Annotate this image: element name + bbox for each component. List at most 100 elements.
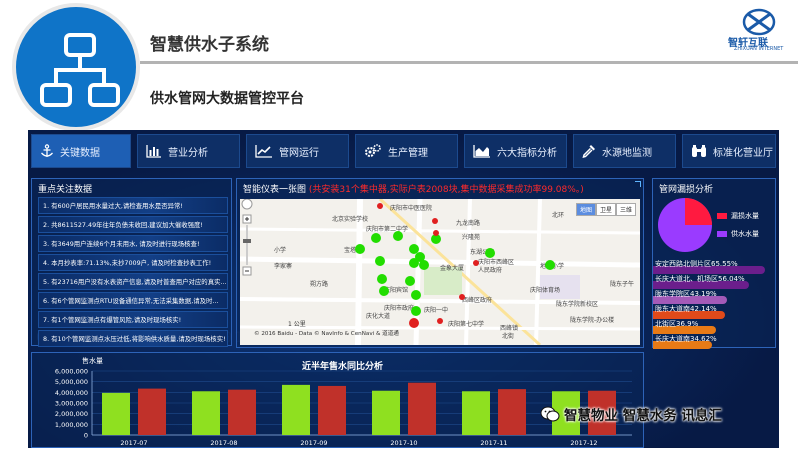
- top-nav: 关键数据 营业分析 管网运行 生产管理 六大指标分析 水源地监测 标准化营业厅: [31, 134, 776, 170]
- x-tick-label: 2017-11: [480, 439, 507, 447]
- x-tick-label: 2017-07: [120, 439, 147, 447]
- y-tick-label: 3,000,000: [55, 400, 88, 408]
- sales-bar: [102, 392, 130, 435]
- nav-network-operation[interactable]: 管网运行: [246, 134, 349, 168]
- meter-marker: [545, 260, 555, 270]
- wechat-icon: [540, 406, 560, 422]
- alert-item[interactable]: 7. 有1个管网监测点有爆管风险,请及时现场核实!: [38, 311, 228, 328]
- line-chart-icon: [255, 145, 272, 158]
- poi-marker: [473, 260, 479, 266]
- gears-icon: [365, 144, 381, 157]
- y-tick-label: 0: [84, 432, 88, 440]
- meter-marker: [411, 306, 421, 316]
- binoculars-icon: [692, 145, 706, 157]
- alert-item[interactable]: 6. 有6个管网监测点RTU设备通信异常,无法采集数据,请及时...: [38, 292, 228, 309]
- anchor-icon: [41, 144, 53, 157]
- sales-bar: [228, 389, 256, 435]
- poi-marker: [459, 294, 465, 300]
- alert-item[interactable]: 3. 有3649用户连续6个月未用水, 请及时进行现场核查!: [38, 235, 228, 252]
- alert-item[interactable]: 5. 有23716用户没有水表资产信息,请及时普查用户对应的真实...: [38, 273, 228, 290]
- nav-standard-hall[interactable]: 标准化营业厅: [682, 134, 776, 168]
- meter-marker: [371, 233, 381, 243]
- leak-district-label: 北街区36.9%: [655, 320, 699, 328]
- meter-marker: [419, 260, 429, 270]
- meter-marker: [393, 231, 403, 241]
- poi-marker: [433, 230, 439, 236]
- meter-marker: [411, 290, 421, 300]
- network-logo-icon: [12, 3, 140, 131]
- sales-chart-panel: 近半年售水同比分析 6,000,000 5,000,000 4,000,000 3,0…: [31, 352, 644, 448]
- meter-marker: [409, 244, 419, 254]
- leak-panel: 管网漏损分析 漏损水量 供水水量 安定西路北侧片区65.55% 长庆大道北、机场区…: [652, 178, 776, 349]
- sales-bar: [498, 389, 526, 435]
- poi-marker: [432, 218, 438, 224]
- legend-leak-swatch: [717, 213, 727, 219]
- slide: 智慧供水子系统 供水管网大数据管控平台 智轩互联 ZHIXUAN INTERNE…: [0, 0, 798, 455]
- y-tick-label: 5,000,000: [55, 378, 88, 386]
- x-tick-label: 2017-10: [390, 439, 417, 447]
- alert-item[interactable]: 2. 共8611527.49年往年负债未收回,建议加大催收强度!: [38, 216, 228, 233]
- area-chart-icon: [473, 145, 490, 158]
- meter-marker: [485, 248, 495, 258]
- map-copyright: © 2016 Baidu - Data © NavInfo & CenNavi …: [254, 331, 399, 337]
- legend-supply-label: 供水水量: [731, 230, 759, 238]
- sales-bar: [318, 385, 346, 435]
- y-tick-label: 6,000,000: [55, 368, 88, 376]
- y-tick-label: 1,000,000: [55, 421, 88, 429]
- pie-slice-leak: [685, 198, 712, 225]
- y-tick-label: 2,000,000: [55, 410, 88, 418]
- bar-chart-icon: [146, 145, 161, 158]
- meter-marker: [377, 274, 387, 284]
- key-data-title: 重点关注数据: [38, 185, 93, 195]
- map-scale: 1 公里: [288, 321, 306, 328]
- sales-bar: [192, 391, 220, 435]
- alert-item[interactable]: 4. 本月抄表率:71.13%,未抄7009户, 请及时检查抄表工作!: [38, 254, 228, 271]
- y-axis-label: 售水量: [82, 356, 103, 365]
- meter-marker: [355, 244, 365, 254]
- x-tick-label: 2017-08: [210, 439, 237, 447]
- slide-subtitle: 供水管网大数据管控平台: [150, 91, 304, 107]
- sales-bar: [408, 382, 436, 435]
- leak-district-label: 长庆大道南34.62%: [655, 335, 717, 343]
- poi-marker: [377, 203, 383, 209]
- meter-marker: [405, 276, 415, 286]
- title-divider: [140, 61, 798, 64]
- leak-district-label: 安定西路北侧片区65.55%: [655, 260, 738, 268]
- dropper-icon: [582, 145, 595, 158]
- meter-marker: [379, 286, 389, 296]
- nav-key-data[interactable]: 关键数据: [31, 134, 131, 168]
- dashboard: 0101001101010110010110100101011 关键数据 营业分…: [28, 130, 779, 448]
- sales-bar-chart: 6,000,000 5,000,000 4,000,000 3,000,000 2,00…: [55, 356, 632, 447]
- sales-bar: [282, 384, 310, 435]
- alert-item[interactable]: 1. 有600户居民用水量过大,请检查用水是否异常!: [38, 197, 228, 214]
- map-panel-alert: (共安装31个集中器,实际户表2008块,集中数据采集成功率99.08%。): [308, 185, 584, 195]
- sales-bar: [372, 390, 400, 435]
- wechat-watermark: 智慧物业 智慧水务 讯息汇: [540, 404, 722, 424]
- map-view[interactable]: 地图 卫星 三维 庆阳市中医医院 北京实验学校 庆阳市第二中学 九龙南路 兴隆苑…: [240, 199, 640, 345]
- map-panel-title: 智能仪表一张图: [243, 185, 307, 195]
- leak-district-label: 陇东学院区43.19%: [655, 290, 717, 298]
- leak-district-label: 长庆大道北、机场区56.04%: [655, 275, 745, 283]
- poi-marker: [409, 318, 419, 328]
- leak-pie-chart: [658, 198, 712, 252]
- poi-marker: [437, 318, 443, 324]
- x-tick-label: 2017-12: [570, 439, 597, 447]
- y-tick-label: 4,000,000: [55, 389, 88, 397]
- nav-business-analysis[interactable]: 营业分析: [137, 134, 240, 168]
- sales-bar: [462, 391, 490, 435]
- watermark-text: 智慧物业 智慧水务 讯息汇: [564, 408, 722, 424]
- slide-title: 智慧供水子系统: [150, 35, 269, 55]
- legend-supply-swatch: [717, 231, 727, 237]
- legend-leak-label: 漏损水量: [731, 212, 759, 220]
- brand-english: ZHIXUAN INTERNET: [734, 46, 784, 52]
- meter-marker: [409, 258, 419, 268]
- nav-six-indicators[interactable]: 六大指标分析: [464, 134, 567, 168]
- map-panel: 智能仪表一张图 (共安装31个集中器,实际户表2008块,集中数据采集成功率99…: [236, 178, 644, 348]
- sales-bar: [138, 388, 166, 435]
- alert-item[interactable]: 8. 有10个管网监测点水压过低,将影响供水质量,请及时现场核实!: [38, 330, 228, 347]
- leak-district-label: 陇东大道南42.14%: [655, 305, 717, 313]
- key-data-panel: 重点关注数据 1. 有600户居民用水量过大,请检查用水是否异常! 2. 共86…: [31, 178, 232, 347]
- nav-production-management[interactable]: 生产管理: [355, 134, 458, 168]
- meter-marker: [375, 256, 385, 266]
- nav-water-source[interactable]: 水源地监测: [573, 134, 676, 168]
